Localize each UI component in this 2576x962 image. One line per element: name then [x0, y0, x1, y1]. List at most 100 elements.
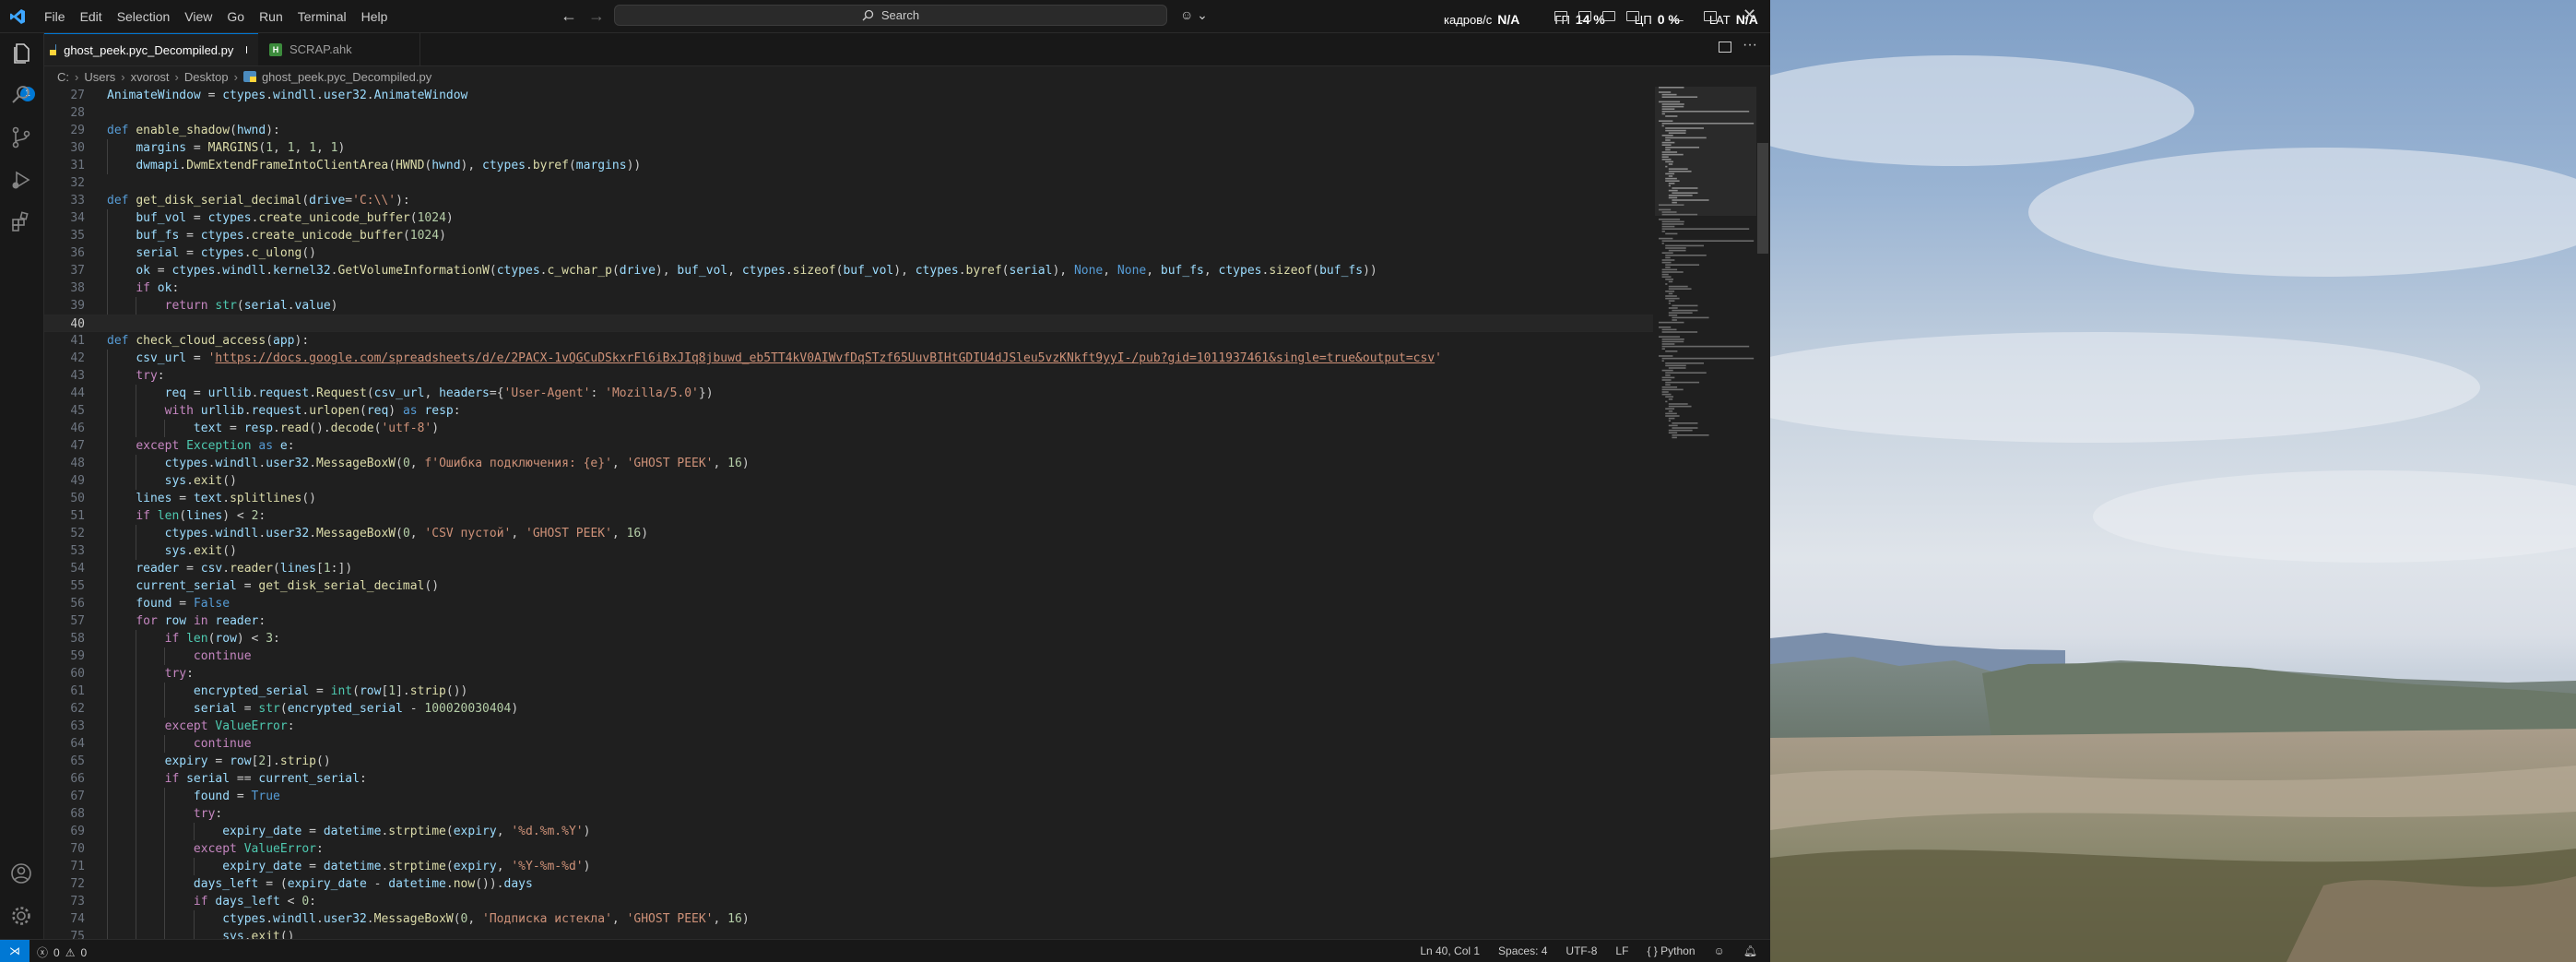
code-line[interactable]: 63 except ValueError:: [44, 718, 1653, 735]
cursor-position[interactable]: Ln 40, Col 1: [1420, 944, 1480, 957]
end-of-line[interactable]: LF: [1615, 944, 1628, 957]
toggle-panel-icon[interactable]: [1578, 11, 1591, 21]
code-line[interactable]: 50 lines = text.splitlines(): [44, 490, 1653, 507]
code-line[interactable]: 72 days_left = (expiry_date - datetime.n…: [44, 875, 1653, 893]
code-editor[interactable]: 27 AnimateWindow = ctypes.windll.user32.A…: [44, 87, 1653, 939]
code-line[interactable]: 39 return str(serial.value): [44, 297, 1653, 315]
menu-edit[interactable]: Edit: [73, 9, 110, 24]
code-line[interactable]: 55 current_serial = get_disk_serial_deci…: [44, 577, 1653, 595]
code-line[interactable]: 32: [44, 174, 1653, 192]
extensions-icon[interactable]: [9, 210, 33, 234]
code-line[interactable]: 37 ok = ctypes.windll.kernel32.GetVolume…: [44, 262, 1653, 279]
back-arrow-icon[interactable]: ←: [561, 6, 577, 26]
menu-view[interactable]: View: [177, 9, 219, 24]
menu-selection[interactable]: Selection: [110, 9, 178, 24]
settings-gear-icon[interactable]: [9, 904, 33, 928]
copilot-status-icon[interactable]: ☺︎: [1714, 944, 1725, 957]
code-line[interactable]: 60 try:: [44, 665, 1653, 683]
code-line[interactable]: 66 if serial == current_serial:: [44, 770, 1653, 788]
minimap[interactable]: [1655, 87, 1756, 939]
code-line[interactable]: 35 buf_fs = ctypes.create_unicode_buffer…: [44, 227, 1653, 244]
code-line[interactable]: 58 if len(row) < 3:: [44, 630, 1653, 647]
source-control-icon[interactable]: [9, 125, 33, 149]
code-line[interactable]: 54 reader = csv.reader(lines[1:]): [44, 560, 1653, 577]
close-icon[interactable]: ✕: [1743, 6, 1756, 25]
code-line[interactable]: 47 except Exception as e:: [44, 437, 1653, 455]
breadcrumb-item[interactable]: Desktop: [184, 70, 229, 84]
code-line[interactable]: 68 try:: [44, 805, 1653, 823]
breadcrumb-item[interactable]: C:: [57, 70, 69, 84]
code-line[interactable]: 69 expiry_date = datetime.strptime(expir…: [44, 823, 1653, 840]
problems-indicator[interactable]: ⓧ 0 ⚠ 0: [37, 944, 87, 960]
code-line[interactable]: 44 req = urllib.request.Request(csv_url,…: [44, 385, 1653, 402]
remote-indicator-icon[interactable]: ⋊: [0, 940, 30, 962]
maximize-icon[interactable]: [1704, 11, 1717, 21]
copilot-icon[interactable]: ☺︎ ⌄: [1180, 7, 1208, 23]
code-line[interactable]: 64 continue: [44, 735, 1653, 753]
code-line[interactable]: 57 for row in reader:: [44, 612, 1653, 630]
code-line[interactable]: 75 sys.exit(): [44, 928, 1653, 939]
minimap-viewport[interactable]: [1655, 87, 1756, 216]
indentation[interactable]: Spaces: 4: [1498, 944, 1547, 957]
code-line[interactable]: 65 expiry = row[2].strip(): [44, 753, 1653, 770]
command-center-search[interactable]: Search: [614, 5, 1167, 26]
code-line[interactable]: 27 AnimateWindow = ctypes.windll.user32.A…: [44, 87, 1653, 104]
toggle-primary-sidebar-icon[interactable]: [1554, 11, 1567, 21]
code-line[interactable]: 45 with urllib.request.urlopen(req) as r…: [44, 402, 1653, 420]
menu-go[interactable]: Go: [219, 9, 252, 24]
minimap-line: [1672, 309, 1698, 312]
code-line[interactable]: 46 text = resp.read().decode('utf-8'): [44, 420, 1653, 437]
code-line[interactable]: 40: [44, 315, 1653, 332]
code-line[interactable]: 34 buf_vol = ctypes.create_unicode_buffe…: [44, 209, 1653, 227]
encoding[interactable]: UTF-8: [1566, 944, 1597, 957]
editor-scrollbar[interactable]: [1757, 143, 1768, 254]
breadcrumb-item[interactable]: xvorost: [131, 70, 170, 84]
code-line[interactable]: 29 def enable_shadow(hwnd):: [44, 122, 1653, 139]
code-line[interactable]: 61 encrypted_serial = int(row[1].strip()…: [44, 683, 1653, 700]
code-line[interactable]: 74 ctypes.windll.user32.MessageBoxW(0, '…: [44, 910, 1653, 928]
forward-arrow-icon[interactable]: →: [588, 6, 605, 26]
minimap-line: [1668, 280, 1673, 283]
menu-help[interactable]: Help: [354, 9, 396, 24]
menu-file[interactable]: File: [37, 9, 73, 24]
code-line[interactable]: 31 dwmapi.DwmExtendFrameIntoClientArea(H…: [44, 157, 1653, 174]
breadcrumb-item[interactable]: Users: [84, 70, 115, 84]
notifications-bell-icon[interactable]: 🔔︎: [1743, 944, 1757, 957]
tab-scrap-ahk[interactable]: H SCRAP.ahk: [258, 33, 420, 65]
code-line[interactable]: 51 if len(lines) < 2:: [44, 507, 1653, 525]
code-line[interactable]: 28: [44, 104, 1653, 122]
code-line[interactable]: 30 margins = MARGINS(1, 1, 1, 1): [44, 139, 1653, 157]
more-actions-icon[interactable]: ···: [1743, 37, 1757, 53]
run-debug-icon[interactable]: [9, 168, 33, 192]
code-line[interactable]: 49 sys.exit(): [44, 472, 1653, 490]
customize-layout-icon[interactable]: [1626, 11, 1639, 21]
code-line[interactable]: 33 def get_disk_serial_decimal(drive='C:\…: [44, 192, 1653, 209]
search-sidebar-icon[interactable]: [9, 83, 33, 107]
menu-terminal[interactable]: Terminal: [290, 9, 354, 24]
code-line[interactable]: 41 def check_cloud_access(app):: [44, 332, 1653, 350]
explorer-icon[interactable]: [9, 41, 33, 65]
code-line[interactable]: 43 try:: [44, 367, 1653, 385]
code-line[interactable]: 48 ctypes.windll.user32.MessageBoxW(0, f…: [44, 455, 1653, 472]
language-mode[interactable]: { } Python: [1647, 944, 1695, 957]
unsaved-dot-icon[interactable]: [246, 46, 247, 53]
code-line[interactable]: 36 serial = ctypes.c_ulong(): [44, 244, 1653, 262]
minimize-icon[interactable]: [1671, 11, 1684, 21]
breadcrumb-item[interactable]: ghost_peek.pyc_Decompiled.py: [262, 70, 431, 84]
split-editor-icon[interactable]: [1719, 42, 1731, 53]
code-line[interactable]: 71 expiry_date = datetime.strptime(expir…: [44, 858, 1653, 875]
tab-ghost-peek[interactable]: ghost_peek.pyc_Decompiled.py: [44, 33, 258, 65]
account-icon[interactable]: [9, 861, 33, 885]
code-line[interactable]: 62 serial = str(encrypted_serial - 10002…: [44, 700, 1653, 718]
code-line[interactable]: 70 except ValueError:: [44, 840, 1653, 858]
code-line[interactable]: 73 if days_left < 0:: [44, 893, 1653, 910]
code-line[interactable]: 38 if ok:: [44, 279, 1653, 297]
code-line[interactable]: 56 found = False: [44, 595, 1653, 612]
menu-run[interactable]: Run: [252, 9, 290, 24]
code-line[interactable]: 67 found = True: [44, 788, 1653, 805]
code-line[interactable]: 59 continue: [44, 647, 1653, 665]
code-line[interactable]: 52 ctypes.windll.user32.MessageBoxW(0, '…: [44, 525, 1653, 542]
code-line[interactable]: 53 sys.exit(): [44, 542, 1653, 560]
code-line[interactable]: 42 csv_url = 'https://docs.google.com/sp…: [44, 350, 1653, 367]
toggle-secondary-sidebar-icon[interactable]: [1602, 11, 1615, 21]
